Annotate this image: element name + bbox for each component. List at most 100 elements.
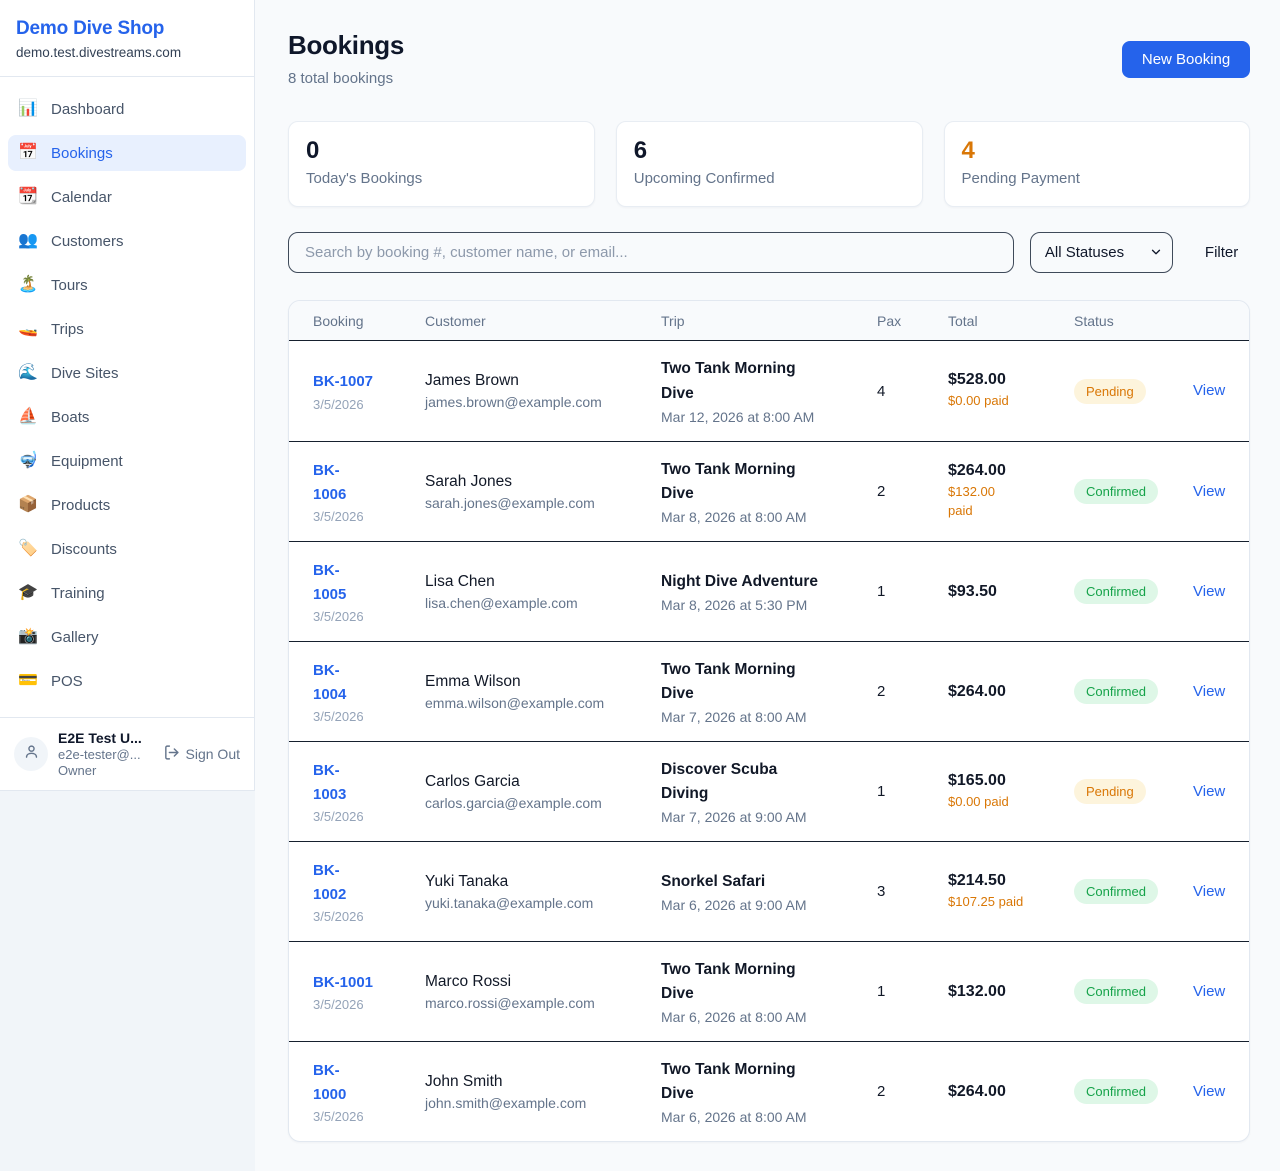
booking-id-link[interactable]: BK- 1006 (313, 459, 346, 506)
sidebar-item-dive-sites[interactable]: 🌊 Dive Sites (8, 355, 246, 391)
view-link[interactable]: View (1193, 883, 1225, 900)
nav-icon: 📸 (18, 629, 38, 645)
search-input[interactable] (288, 232, 1014, 273)
pax-count: 3 (877, 883, 948, 900)
trip-name: Two Tank Morning Dive (661, 458, 826, 506)
trip-datetime: Mar 6, 2026 at 8:00 AM (661, 1009, 877, 1025)
table-row: BK- 1004 3/5/2026 Emma Wilson emma.wilso… (289, 641, 1249, 741)
view-link[interactable]: View (1193, 583, 1225, 600)
sidebar-item-calendar[interactable]: 📆 Calendar (8, 179, 246, 215)
trip-datetime: Mar 8, 2026 at 8:00 AM (661, 509, 877, 525)
sidebar-item-trips[interactable]: 🚤 Trips (8, 311, 246, 347)
view-link[interactable]: View (1193, 382, 1225, 399)
booking-id-link[interactable]: BK- 1000 (313, 1059, 346, 1106)
pax-count: 1 (877, 583, 948, 600)
shop-name: Demo Dive Shop (16, 18, 238, 40)
booking-id-link[interactable]: BK- 1005 (313, 559, 346, 606)
trip-datetime: Mar 12, 2026 at 8:00 AM (661, 409, 877, 425)
pax-count: 2 (877, 483, 948, 500)
nav-icon: 👥 (18, 233, 38, 249)
customer-name: John Smith (425, 1073, 661, 1091)
booking-date: 3/5/2026 (313, 709, 425, 724)
user-role: Owner (58, 763, 153, 778)
booking-id-link[interactable]: BK- 1004 (313, 659, 346, 706)
sidebar-item-tours[interactable]: 🏝️ Tours (8, 267, 246, 303)
trip-datetime: Mar 7, 2026 at 9:00 AM (661, 809, 877, 825)
customer-email: marco.rossi@example.com (425, 995, 661, 1011)
sidebar-item-dashboard[interactable]: 📊 Dashboard (8, 91, 246, 127)
status-badge: Confirmed (1074, 979, 1158, 1004)
customer-name: Emma Wilson (425, 673, 661, 691)
pax-count: 4 (877, 383, 948, 400)
customer-email: yuki.tanaka@example.com (425, 895, 661, 911)
sidebar-item-boats[interactable]: ⛵ Boats (8, 399, 246, 435)
status-badge: Confirmed (1074, 479, 1158, 504)
sign-out-label: Sign Out (186, 746, 240, 762)
main-content: Bookings 8 total bookings New Booking 0 … (255, 0, 1280, 1171)
sign-out-button[interactable]: Sign Out (163, 744, 240, 764)
view-link[interactable]: View (1193, 483, 1225, 500)
paid-amount: $0.00 paid (948, 793, 1074, 812)
booking-id-link[interactable]: BK- 1003 (313, 759, 346, 806)
stat-label: Today's Bookings (306, 170, 577, 187)
trip-name: Two Tank Morning Dive (661, 658, 826, 706)
booking-date: 3/5/2026 (313, 609, 425, 624)
status-badge: Pending (1074, 779, 1146, 804)
table-header-row: BookingCustomerTripPaxTotalStatus (289, 301, 1249, 341)
total-amount: $214.50 (948, 872, 1074, 890)
sidebar-item-customers[interactable]: 👥 Customers (8, 223, 246, 259)
view-link[interactable]: View (1193, 783, 1225, 800)
user-email: e2e-tester@... (58, 747, 153, 762)
sidebar-item-gallery[interactable]: 📸 Gallery (8, 619, 246, 655)
view-link[interactable]: View (1193, 1083, 1225, 1100)
new-booking-button[interactable]: New Booking (1122, 41, 1250, 78)
sidebar-item-bookings[interactable]: 📅 Bookings (8, 135, 246, 171)
table-body: BK-1007 3/5/2026 James Brown james.brown… (289, 341, 1249, 1141)
booking-date: 3/5/2026 (313, 509, 425, 524)
nav-icon: 🌊 (18, 365, 38, 381)
booking-date: 3/5/2026 (313, 1109, 425, 1124)
customer-name: Yuki Tanaka (425, 873, 661, 891)
customer-email: john.smith@example.com (425, 1095, 661, 1111)
nav-icon: 📆 (18, 189, 38, 205)
nav-icon: 🎓 (18, 585, 38, 601)
view-link[interactable]: View (1193, 683, 1225, 700)
sidebar-item-training[interactable]: 🎓 Training (8, 575, 246, 611)
trip-datetime: Mar 6, 2026 at 8:00 AM (661, 1109, 877, 1125)
stat-value: 6 (634, 137, 905, 165)
user-meta: E2E Test U... e2e-tester@... Owner (58, 730, 153, 778)
customer-email: sarah.jones@example.com (425, 495, 661, 511)
shop-domain: demo.test.divestreams.com (16, 45, 238, 60)
total-amount: $93.50 (948, 583, 1074, 601)
column-header-total: Total (948, 313, 1074, 329)
trip-name: Snorkel Safari (661, 870, 826, 894)
pax-count: 2 (877, 1083, 948, 1100)
nav-icon: 🚤 (18, 321, 38, 337)
filter-button[interactable]: Filter (1189, 244, 1250, 261)
sidebar-item-equipment[interactable]: 🤿 Equipment (8, 443, 246, 479)
customer-email: james.brown@example.com (425, 394, 661, 410)
booking-id-link[interactable]: BK-1001 (313, 971, 373, 994)
booking-id-link[interactable]: BK-1007 (313, 370, 373, 393)
avatar (14, 737, 48, 771)
nav-icon: 🏝️ (18, 277, 38, 293)
column-header-trip: Trip (661, 313, 877, 329)
nav-icon: 🏷️ (18, 541, 38, 557)
sidebar-item-discounts[interactable]: 🏷️ Discounts (8, 531, 246, 567)
status-badge: Confirmed (1074, 1079, 1158, 1104)
page-title: Bookings (288, 30, 404, 61)
booking-id-link[interactable]: BK- 1002 (313, 859, 346, 906)
trip-datetime: Mar 6, 2026 at 9:00 AM (661, 897, 877, 913)
view-link[interactable]: View (1193, 983, 1225, 1000)
stat-card-pending-payment: 4 Pending Payment (944, 121, 1251, 207)
nav-icon: 📊 (18, 101, 38, 117)
paid-amount: $0.00 paid (948, 392, 1074, 411)
sidebar-item-products[interactable]: 📦 Products (8, 487, 246, 523)
sign-out-icon (163, 744, 180, 764)
status-filter-select[interactable]: All Statuses (1030, 232, 1173, 273)
sidebar-item-pos[interactable]: 💳 POS (8, 663, 246, 699)
total-amount: $165.00 (948, 772, 1074, 790)
table-row: BK- 1006 3/5/2026 Sarah Jones sarah.jone… (289, 441, 1249, 541)
status-filter-wrap: All Statuses (1030, 232, 1173, 273)
customer-name: Sarah Jones (425, 473, 661, 491)
